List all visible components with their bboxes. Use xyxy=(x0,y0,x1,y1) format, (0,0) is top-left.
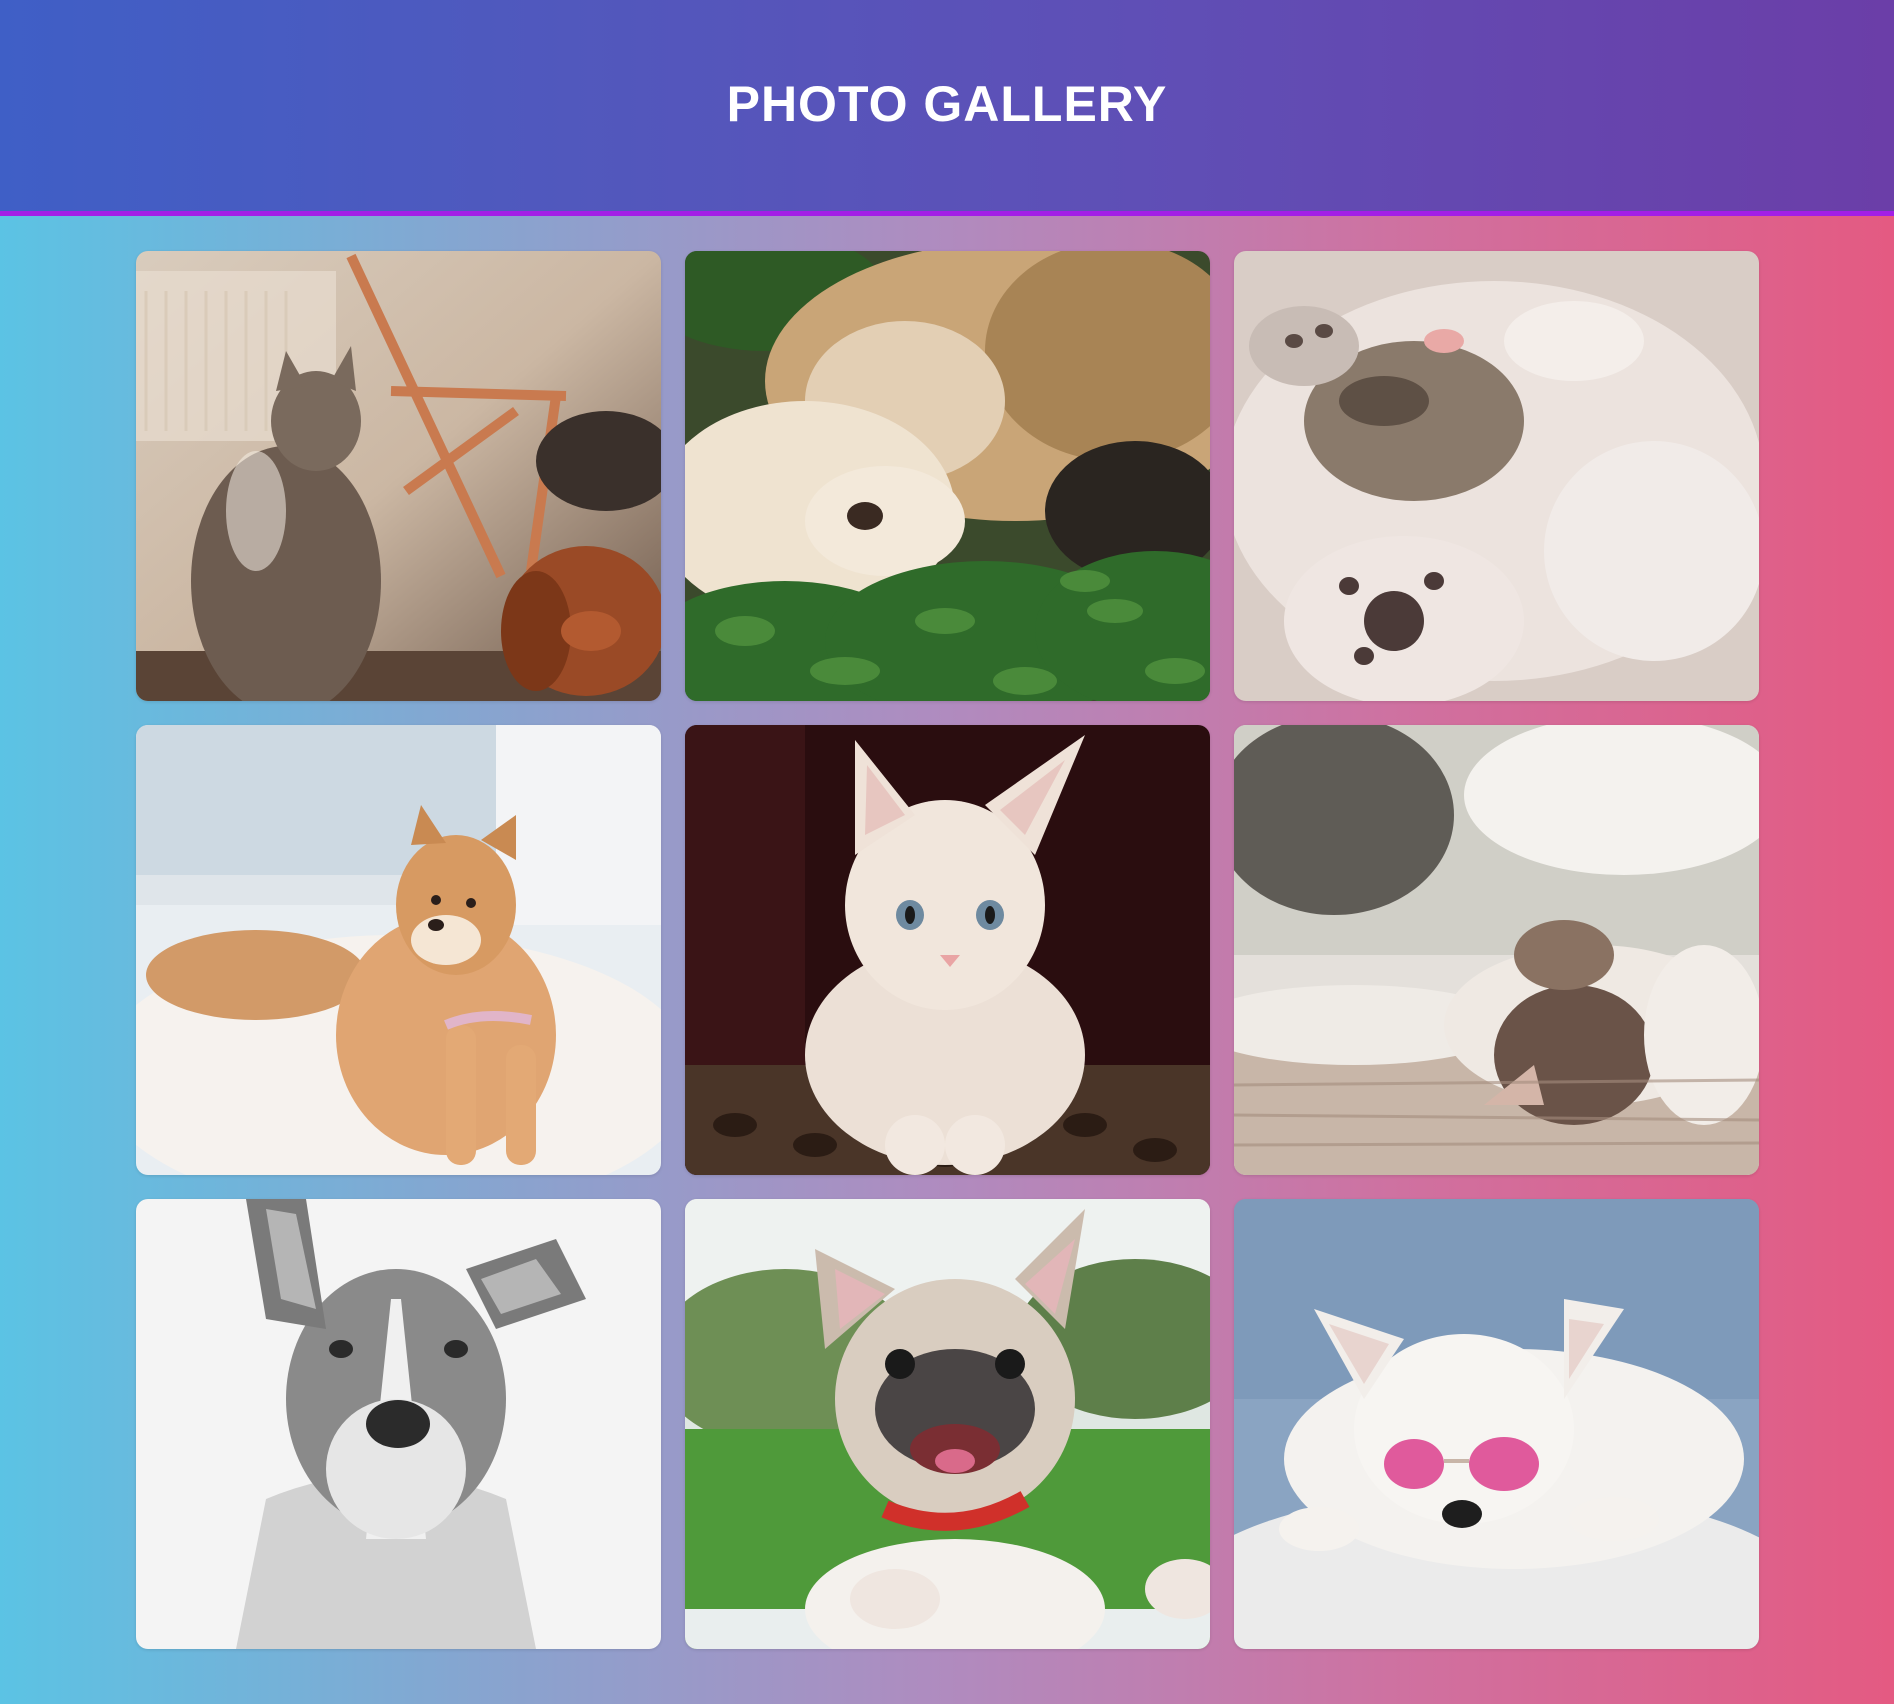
photo-tile-shiba-puppy-on-rug[interactable] xyxy=(136,725,661,1175)
page-header: PHOTO GALLERY xyxy=(0,0,1894,216)
sleeping-kitten-photo xyxy=(1234,251,1759,701)
cat-on-back-photo xyxy=(1234,725,1759,1175)
photo-grid xyxy=(136,251,1759,1649)
photo-tile-french-bulldog-smiling[interactable] xyxy=(685,1199,1210,1649)
photo-tile-kitten-sleeping-paws[interactable] xyxy=(1234,251,1759,701)
bw-dog-photo xyxy=(136,1199,661,1649)
photo-tile-cat-lying-on-back[interactable] xyxy=(1234,725,1759,1175)
photo-tile-cat-and-dog-indoors[interactable] xyxy=(136,251,661,701)
photo-tile-black-white-dog-portrait[interactable] xyxy=(136,1199,661,1649)
shiba-puppy-photo xyxy=(136,725,661,1175)
page-title: PHOTO GALLERY xyxy=(726,75,1168,132)
white-kitten-photo xyxy=(685,725,1210,1175)
photo-tile-cat-and-puppy-cuddling[interactable] xyxy=(685,251,1210,701)
cat-and-dog-photo xyxy=(136,251,661,701)
french-bulldog-photo xyxy=(685,1199,1210,1649)
white-dog-glasses-photo xyxy=(1234,1199,1759,1649)
cat-and-puppy-photo xyxy=(685,251,1210,701)
photo-tile-white-dog-pink-glasses[interactable] xyxy=(1234,1199,1759,1649)
photo-tile-white-kitten-portrait[interactable] xyxy=(685,725,1210,1175)
